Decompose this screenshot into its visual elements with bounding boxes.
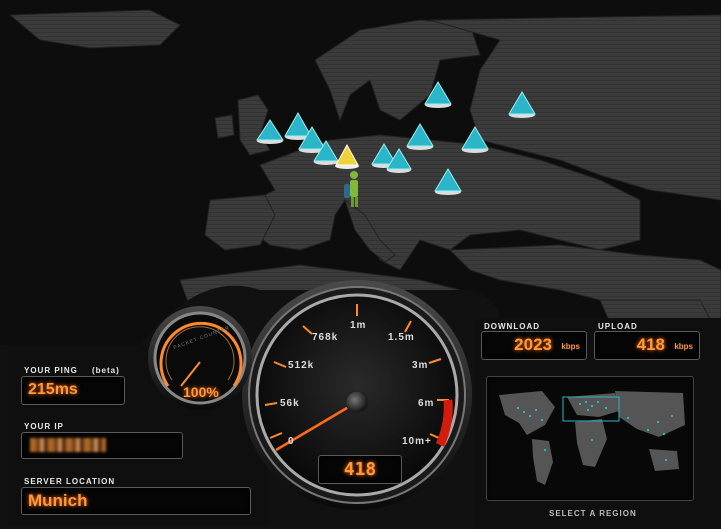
tick-label: 3m — [412, 360, 429, 371]
speed-reading: 418 — [318, 455, 402, 484]
packet-dial-label: PACKET COUNTER — [172, 324, 231, 352]
upload-field: 418 kbps — [594, 331, 700, 360]
speed-reading-value: 418 — [343, 459, 377, 480]
download-value: 2023 — [514, 335, 552, 354]
tick-label: 768k — [312, 332, 339, 343]
download-field: 2023 kbps — [481, 331, 587, 360]
tick-label: 10m+ — [402, 436, 432, 447]
upload-label: UPLOAD — [598, 322, 638, 331]
world-minimap[interactable] — [487, 377, 693, 500]
region-selector-map[interactable] — [486, 376, 694, 501]
download-unit: kbps — [561, 342, 580, 351]
ping-beta-label: (beta) — [92, 366, 120, 375]
speedtest-app: 0 56k 512k 768k 1m 1.5m 3m 6m 10m+ 418 P… — [0, 0, 721, 529]
ip-value-redacted — [30, 438, 106, 452]
tick-label: 0 — [288, 436, 295, 447]
tick-label: 512k — [288, 360, 315, 371]
packet-dial: PACKET COUNTER 100% — [160, 320, 240, 400]
server-location-label: SERVER LOCATION — [24, 477, 116, 486]
ping-field: 215ms — [21, 376, 125, 405]
upload-unit: kbps — [674, 342, 693, 351]
tick-label: 6m — [418, 398, 435, 409]
packet-dial-value: 100% — [183, 384, 219, 400]
download-label: DOWNLOAD — [484, 322, 540, 331]
upload-value: 418 — [636, 335, 665, 354]
ip-field — [21, 432, 183, 459]
tick-label: 1.5m — [388, 332, 415, 343]
ping-value: 215ms — [28, 381, 78, 398]
server-location-value: Munich — [28, 491, 88, 510]
ip-label: YOUR IP — [24, 422, 64, 431]
tick-label: 56k — [280, 398, 300, 409]
tick-label: 1m — [350, 320, 367, 331]
select-region-label: SELECT A REGION — [549, 509, 637, 518]
ping-label: YOUR PING — [24, 366, 78, 375]
server-location-field: Munich — [21, 487, 251, 515]
